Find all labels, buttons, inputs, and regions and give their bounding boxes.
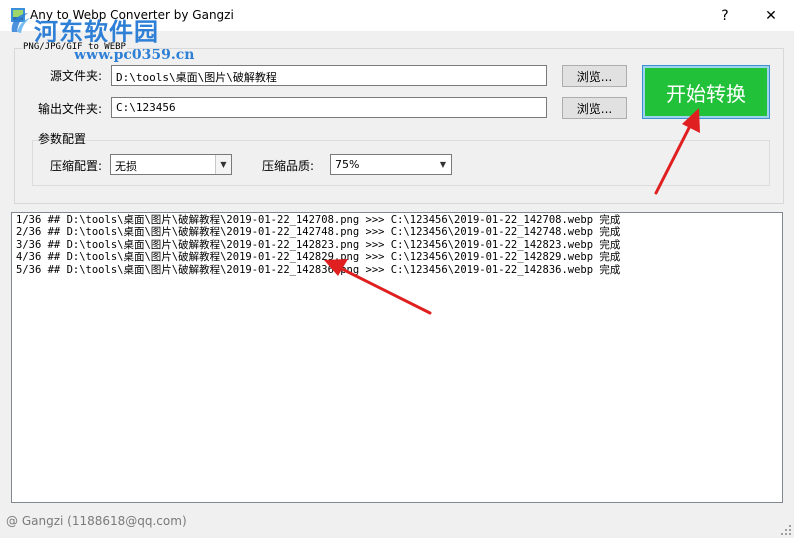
help-button[interactable]: ? <box>702 0 748 31</box>
close-button[interactable]: ✕ <box>748 0 794 31</box>
watermark-logo-icon <box>11 13 30 33</box>
output-folder-input[interactable]: C:\123456 <box>111 97 547 118</box>
start-convert-button[interactable]: 开始转换 <box>642 65 770 119</box>
log-line: 5/36 ## D:\tools\桌面\图片\破解教程\2019-01-22_1… <box>16 263 621 276</box>
quality-value: 75% <box>335 158 360 171</box>
log-line: 2/36 ## D:\tools\桌面\图片\破解教程\2019-01-22_1… <box>16 226 621 239</box>
source-browse-button[interactable]: 浏览... <box>562 65 627 87</box>
quality-select[interactable]: 75% ▼ <box>330 154 452 175</box>
log-line: 4/36 ## D:\tools\桌面\图片\破解教程\2019-01-22_1… <box>16 251 621 264</box>
status-text: @ Gangzi (1188618@qq.com) <box>6 514 187 528</box>
source-folder-label: 源文件夹: <box>50 69 103 83</box>
output-folder-label: 输出文件夹: <box>38 102 103 116</box>
log-textarea[interactable]: 1/36 ## D:\tools\桌面\图片\破解教程\2019-01-22_1… <box>11 212 783 503</box>
params-caption: 参数配置 <box>38 132 87 146</box>
compression-select[interactable]: 无损 ▼ <box>110 154 232 175</box>
compression-label: 压缩配置: <box>50 159 103 173</box>
log-line: 3/36 ## D:\tools\桌面\图片\破解教程\2019-01-22_1… <box>16 238 621 251</box>
log-line: 1/36 ## D:\tools\桌面\图片\破解教程\2019-01-22_1… <box>16 214 621 226</box>
output-browse-button[interactable]: 浏览... <box>562 97 627 119</box>
resize-grip-icon[interactable] <box>780 524 792 536</box>
quality-label: 压缩品质: <box>262 159 315 173</box>
compression-value: 无损 <box>115 160 137 173</box>
source-folder-input[interactable]: D:\tools\桌面\图片\破解教程 <box>111 65 547 86</box>
chevron-down-icon[interactable]: ▼ <box>435 155 451 174</box>
group-caption: PNG/JPG/GIF to WEBP <box>22 42 127 52</box>
chevron-down-icon[interactable]: ▼ <box>215 155 231 174</box>
